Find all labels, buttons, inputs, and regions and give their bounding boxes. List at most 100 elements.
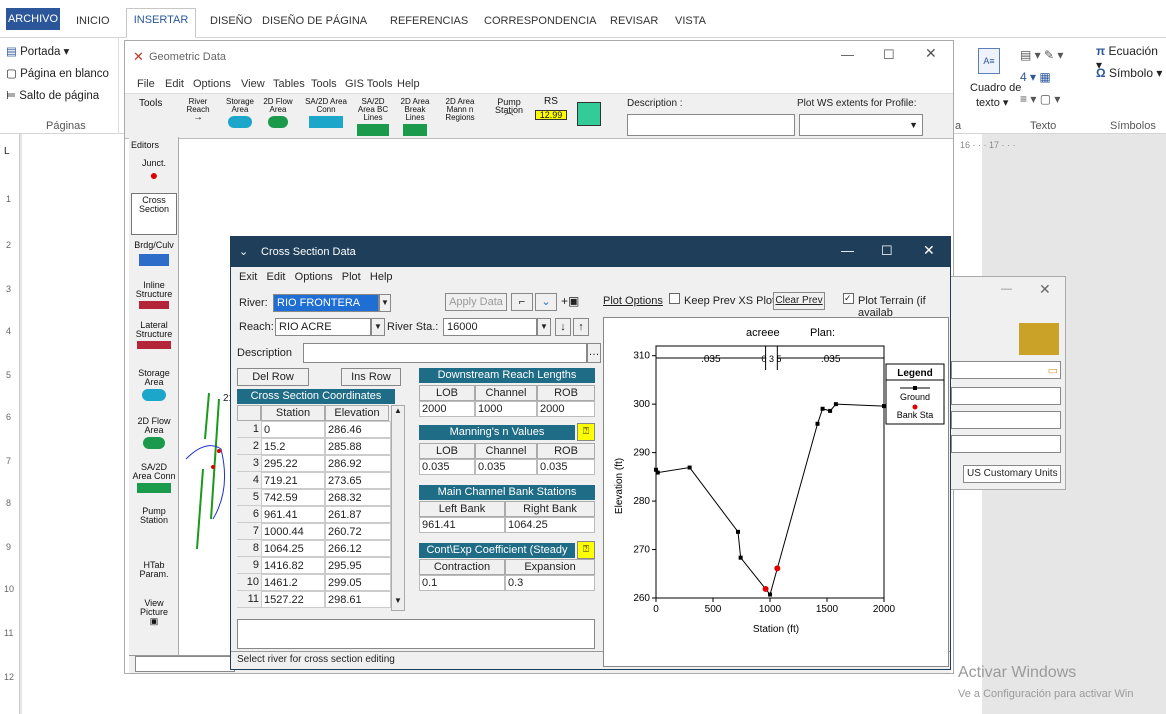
table-row[interactable]: 4 719.21 273.65: [237, 472, 397, 489]
tab-vista[interactable]: VISTA: [675, 15, 706, 27]
menu-tools[interactable]: Tools: [311, 78, 337, 90]
tab-insertar[interactable]: INSERTAR: [126, 8, 196, 38]
chevron-down-icon[interactable]: ▼: [379, 294, 391, 312]
table-row[interactable]: 1 0 286.46: [237, 421, 397, 438]
river-select[interactable]: RIO FRONTERA: [273, 294, 379, 312]
keep-prev-checkbox[interactable]: [669, 293, 680, 304]
lateral-structure-editor[interactable]: Lateral Structure: [131, 321, 177, 351]
close-icon[interactable]: ✕: [925, 45, 937, 62]
units-field-1[interactable]: ▭: [951, 361, 1061, 379]
maximize-icon[interactable]: ☐: [883, 47, 895, 63]
table-row[interactable]: 6 961.41 261.87: [237, 506, 397, 523]
station-cell[interactable]: 1000.44: [261, 523, 325, 540]
elevation-cell[interactable]: 268.32: [325, 489, 391, 506]
menu-edit[interactable]: Edit: [267, 271, 286, 283]
units-field-3[interactable]: [951, 411, 1061, 429]
inline-structure-editor[interactable]: Inline Structure: [131, 281, 177, 311]
portada-button[interactable]: ▤ Portada ▾: [6, 44, 69, 58]
pagina-blanco-button[interactable]: ▢ Página en blanco: [6, 66, 109, 80]
pump-station-tool[interactable]: Pump Station ⌒: [491, 98, 527, 123]
elevation-cell[interactable]: 286.46: [325, 421, 391, 438]
river-reach-tool[interactable]: River Reach →: [185, 98, 211, 123]
n-rob-field[interactable]: 0.035: [537, 459, 595, 475]
plot-terrain-checkbox[interactable]: ✓: [843, 293, 854, 304]
help-icon[interactable]: ⍰: [577, 541, 595, 559]
menu-options[interactable]: Options: [193, 78, 231, 90]
n-channel-field[interactable]: 0.035: [475, 459, 537, 475]
edit-table-icon[interactable]: ⌐: [511, 293, 533, 311]
ins-row-button[interactable]: Ins Row: [341, 368, 401, 386]
geo-description-field[interactable]: [627, 114, 795, 136]
elevation-cell[interactable]: 286.92: [325, 455, 391, 472]
ellipsis-button[interactable]: …: [587, 343, 601, 363]
sa2d-conn-tool[interactable]: SA/2D Area Conn: [305, 98, 347, 130]
station-cell[interactable]: 1416.82: [261, 557, 325, 574]
tab-diseno[interactable]: DISEÑO: [210, 15, 252, 27]
tab-revisar[interactable]: REVISAR: [610, 15, 658, 27]
quick-parts-icon[interactable]: ▤ ▾ ✎ ▾: [1020, 48, 1063, 62]
units-field-4[interactable]: [951, 435, 1061, 453]
clear-prev-button[interactable]: Clear Prev: [773, 292, 825, 310]
cuadro-texto-label[interactable]: Cuadro de: [970, 82, 1021, 94]
2d-flow-editor[interactable]: 2D Flow Area: [131, 417, 177, 451]
table-row[interactable]: 7 1000.44 260.72: [237, 523, 397, 540]
elevation-cell[interactable]: 285.88: [325, 438, 391, 455]
units-field-2[interactable]: [951, 387, 1061, 405]
salto-pagina-button[interactable]: ⊨ Salto de página: [6, 88, 99, 102]
menu-view[interactable]: View: [241, 78, 265, 90]
river-sta-select[interactable]: 16000: [443, 318, 537, 336]
right-bank-field[interactable]: 1064.25: [505, 517, 595, 533]
elevation-cell[interactable]: 299.05: [325, 574, 391, 591]
simbolo-button[interactable]: Ω Símbolo ▾: [1096, 66, 1162, 80]
menu-gis-tools[interactable]: GIS Tools: [345, 78, 393, 90]
map-icon[interactable]: [577, 102, 601, 126]
wordart-icon[interactable]: 4 ▾ ▦: [1020, 70, 1051, 84]
plot-options-link[interactable]: Plot Options: [603, 295, 663, 307]
dropcap-icon[interactable]: ≡ ▾ ▢ ▾: [1020, 92, 1060, 106]
station-cell[interactable]: 1527.22: [261, 591, 325, 608]
reach-select[interactable]: RIO ACRE: [275, 318, 371, 336]
close-icon[interactable]: ✕: [923, 242, 935, 259]
2d-mann-tool[interactable]: 2D Area Mann n Regions: [441, 98, 479, 122]
station-cell[interactable]: 961.41: [261, 506, 325, 523]
storage-area-tool[interactable]: Storage Area: [223, 98, 257, 130]
menu-plot[interactable]: Plot: [342, 271, 361, 283]
grid-scrollbar[interactable]: ▲ ▼: [391, 405, 405, 611]
cross-section-plot[interactable]: acreee Plan: Station (ft) Elevation (ft)…: [603, 317, 949, 667]
pump-station-editor[interactable]: Pump Station: [131, 507, 177, 525]
menu-file[interactable]: File: [137, 78, 155, 90]
htab-param-editor[interactable]: HTab Param.: [131, 561, 177, 579]
del-row-button[interactable]: Del Row: [237, 368, 309, 386]
ds-channel-field[interactable]: 1000: [475, 401, 537, 417]
table-row[interactable]: 2 15.2 285.88: [237, 438, 397, 455]
ds-rob-field[interactable]: 2000: [537, 401, 595, 417]
station-cell[interactable]: 295.22: [261, 455, 325, 472]
station-cell[interactable]: 742.59: [261, 489, 325, 506]
elevation-cell[interactable]: 261.87: [325, 506, 391, 523]
table-row[interactable]: 9 1416.82 295.95: [237, 557, 397, 574]
minimize-icon[interactable]: —: [1001, 283, 1012, 295]
minimize-icon[interactable]: —: [841, 243, 854, 258]
next-up-arrow-icon[interactable]: ↑: [573, 318, 589, 336]
tab-diseno-pagina[interactable]: DISEÑO DE PÁGINA: [262, 15, 367, 27]
maximize-icon[interactable]: ☐: [881, 243, 893, 259]
elevation-cell[interactable]: 260.72: [325, 523, 391, 540]
menu-edit[interactable]: Edit: [165, 78, 184, 90]
sa2d-bc-tool[interactable]: SA/2D Area BC Lines: [353, 98, 393, 138]
expansion-field[interactable]: 0.3: [505, 575, 595, 591]
menu-exit[interactable]: Exit: [239, 271, 257, 283]
station-cell[interactable]: 15.2: [261, 438, 325, 455]
elevation-cell[interactable]: 266.12: [325, 540, 391, 557]
texto-label[interactable]: texto ▾: [976, 96, 1008, 109]
storage-area-editor[interactable]: Storage Area: [131, 369, 177, 403]
elevation-cell[interactable]: 298.61: [325, 591, 391, 608]
close-icon[interactable]: ✕: [1039, 281, 1051, 298]
station-cell[interactable]: 1461.2: [261, 574, 325, 591]
station-cell[interactable]: 1064.25: [261, 540, 325, 557]
elevation-cell[interactable]: 273.65: [325, 472, 391, 489]
minimize-icon[interactable]: —: [841, 47, 854, 62]
junction-editor[interactable]: Junct. ●: [131, 159, 177, 183]
sa2d-conn-editor[interactable]: SA/2D Area Conn: [131, 463, 177, 495]
menu-help[interactable]: Help: [397, 78, 420, 90]
notes-field[interactable]: [237, 619, 595, 649]
